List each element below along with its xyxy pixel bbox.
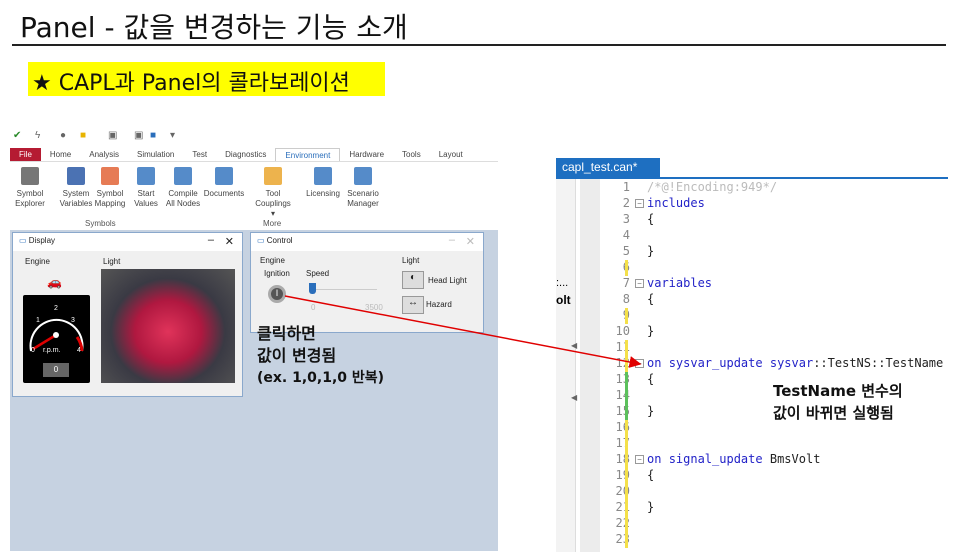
arrow-overlay xyxy=(284,295,642,368)
arrow-line xyxy=(284,295,642,368)
